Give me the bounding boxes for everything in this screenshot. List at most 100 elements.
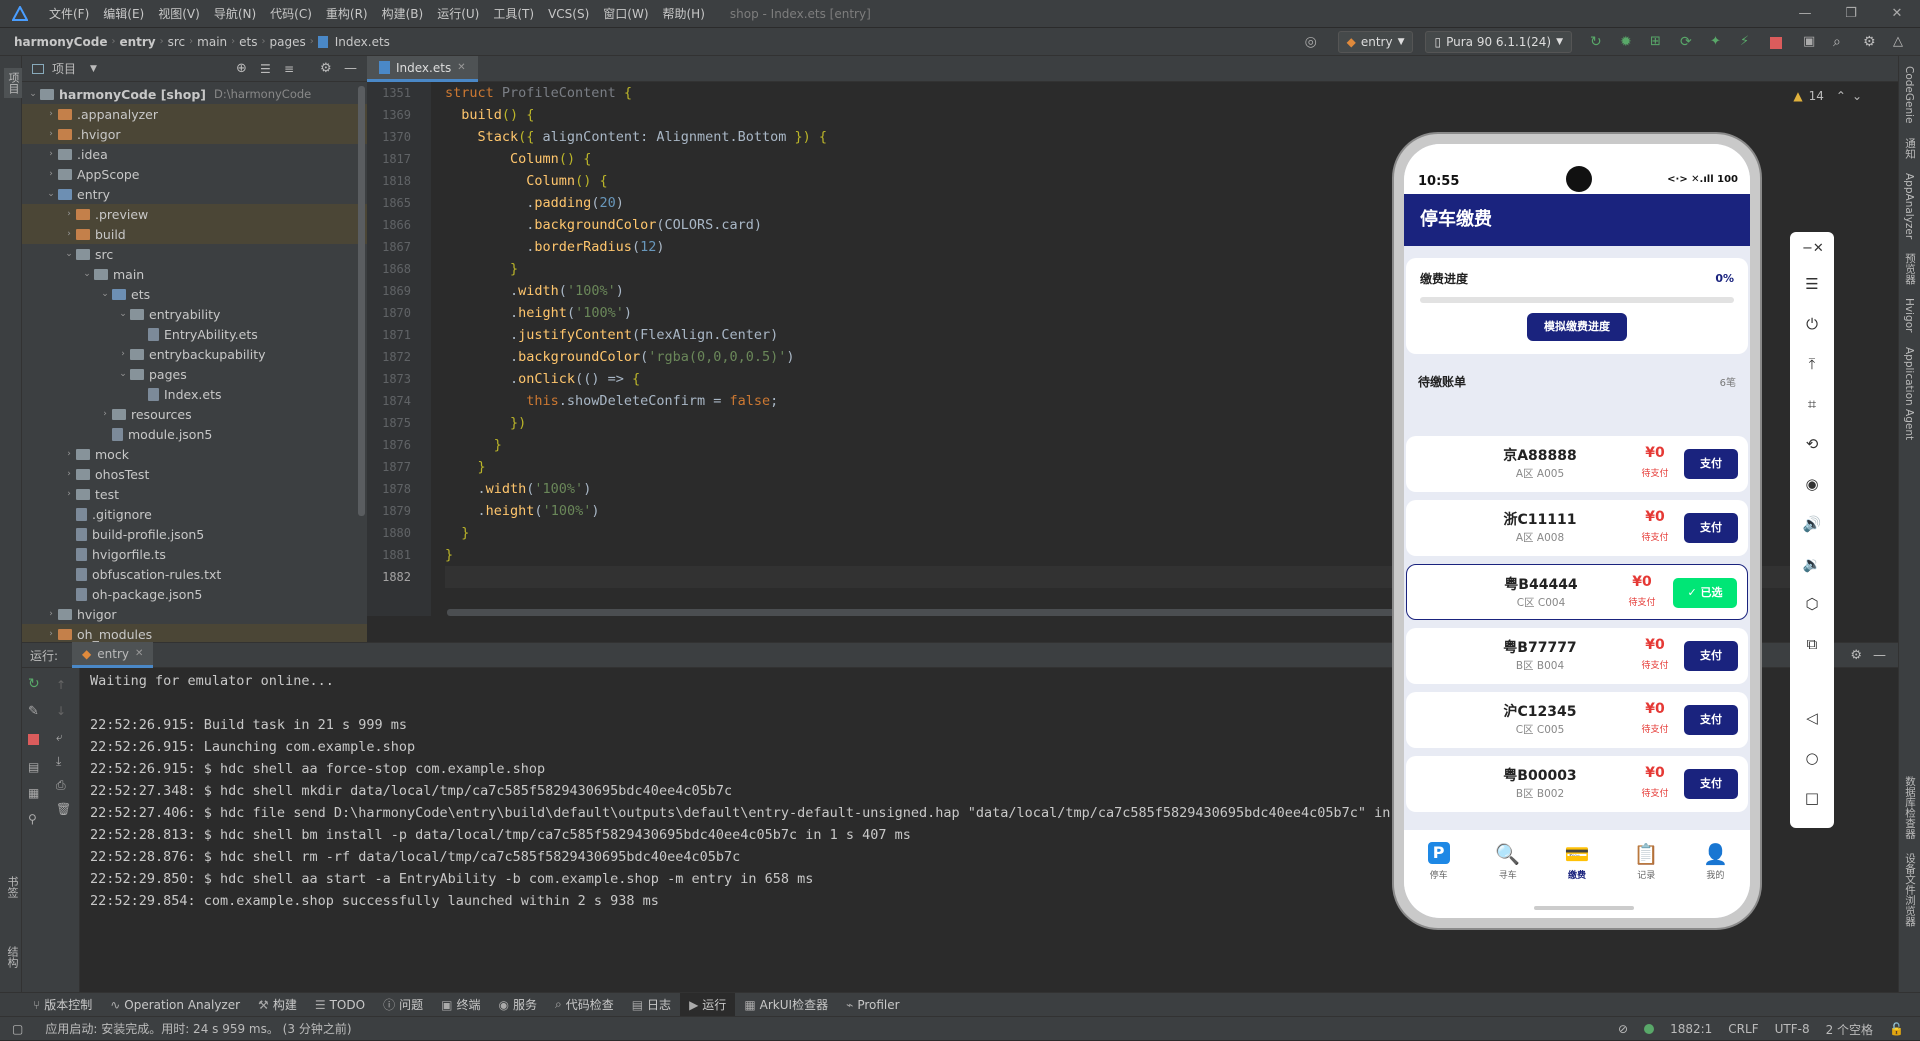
chevron-right-icon[interactable]: ›: [44, 609, 58, 619]
close-window-icon[interactable]: ✕: [1874, 0, 1920, 28]
chevron-down-icon[interactable]: ▼: [90, 64, 97, 74]
pay-button[interactable]: 支付: [1684, 705, 1738, 735]
file-encoding[interactable]: UTF-8: [1775, 1022, 1810, 1036]
connection-status-icon[interactable]: [1644, 1024, 1655, 1034]
chevron-down-icon[interactable]: ⌄: [62, 249, 76, 259]
tool-window-button[interactable]: ▤ 日志: [623, 993, 680, 1017]
chevron-down-icon[interactable]: ⌄: [116, 309, 130, 319]
settings-icon[interactable]: ⚙: [1863, 34, 1879, 50]
tree-item[interactable]: ⌄ entryability: [22, 304, 367, 324]
locate-icon[interactable]: ⊕: [236, 61, 247, 76]
menu-item[interactable]: 编辑(E): [96, 5, 151, 22]
screenshot-icon[interactable]: ⧉: [1790, 624, 1834, 664]
minimize-icon[interactable]: −: [1802, 241, 1813, 256]
pin-icon[interactable]: ⚲: [28, 812, 37, 826]
breadcrumb-item[interactable]: Index.ets: [331, 35, 394, 49]
no-lock-icon[interactable]: ⊘: [1618, 1022, 1628, 1036]
tool-window-button[interactable]: ∿ Operation Analyzer: [101, 993, 249, 1017]
chevron-right-icon[interactable]: ›: [116, 349, 130, 359]
bill-card[interactable]: 浙C11111 A区 A008 ¥0 待支付 支付: [1406, 500, 1748, 556]
tool-window-button[interactable]: ☰ TODO: [306, 993, 374, 1017]
chevron-down-icon[interactable]: ⌄: [44, 189, 58, 199]
indent-setting[interactable]: 2 个空格: [1826, 1021, 1873, 1038]
tool-window-button[interactable]: ⓘ 问题: [374, 993, 432, 1017]
tree-item[interactable]: .gitignore: [22, 504, 367, 524]
bill-card[interactable]: 粤B77777 B区 B004 ¥0 待支付 支付: [1406, 628, 1748, 684]
tree-item[interactable]: oh-package.json5: [22, 584, 367, 604]
chevron-down-icon[interactable]: ⌄: [98, 289, 112, 299]
right-tool-button[interactable]: 预览器: [1903, 253, 1918, 285]
device-select[interactable]: ▯ Pura 90 6.1.1(24) ▼: [1425, 31, 1572, 53]
tree-item[interactable]: ⌄ harmonyCode [shop] D:\harmonyCode: [22, 84, 367, 104]
menu-item[interactable]: 文件(F): [42, 5, 96, 22]
chevron-down-icon[interactable]: ⌄: [80, 269, 94, 279]
menu-icon[interactable]: ☰: [1790, 264, 1834, 304]
restore-window-icon[interactable]: ❐: [1828, 0, 1874, 28]
tool-window-button[interactable]: ▣ 终端: [432, 993, 489, 1017]
caret-position[interactable]: 1882:1: [1670, 1022, 1712, 1036]
bookmarks-tool-button[interactable]: 书签: [4, 876, 20, 898]
tool-window-button[interactable]: ⚒ 构建: [249, 993, 306, 1017]
apply-changes-icon[interactable]: ⚡: [1740, 34, 1756, 50]
tree-item[interactable]: ⌄ src: [22, 244, 367, 264]
code-line[interactable]: struct ProfileContent {: [445, 82, 1825, 104]
tree-item[interactable]: ⌄ entry: [22, 184, 367, 204]
reload-icon[interactable]: ⟳: [1680, 34, 1696, 50]
tree-item[interactable]: › .hvigor: [22, 124, 367, 144]
close-tab-icon[interactable]: ✕: [135, 648, 143, 659]
tree-item[interactable]: build-profile.json5: [22, 524, 367, 544]
pin-top-icon[interactable]: ⤒: [1790, 344, 1834, 384]
gear-icon[interactable]: ⚙: [320, 61, 332, 76]
right-tool-button[interactable]: Hvigor: [1903, 298, 1915, 332]
menu-item[interactable]: 帮助(H): [656, 5, 712, 22]
tool-window-button[interactable]: ⌁ Profiler: [837, 993, 908, 1017]
collapse-all-icon[interactable]: ≡: [284, 62, 294, 76]
close-tab-icon[interactable]: ✕: [457, 62, 465, 73]
pay-button[interactable]: 支付: [1684, 641, 1738, 671]
breadcrumb-item[interactable]: harmonyCode: [10, 35, 111, 49]
tree-item[interactable]: › .idea: [22, 144, 367, 164]
back-icon[interactable]: ◁: [1790, 698, 1834, 738]
soft-wrap-icon[interactable]: ⤶: [56, 730, 63, 745]
bill-card[interactable]: 粤B44444 C区 C004 ¥0 待支付 ✓ 已选: [1406, 564, 1748, 620]
tree-item[interactable]: ⌄ ets: [22, 284, 367, 304]
chevron-down-icon[interactable]: ⌄: [1852, 89, 1862, 103]
bill-card[interactable]: 京A88888 A区 A005 ¥0 待支付 支付: [1406, 436, 1748, 492]
menu-item[interactable]: 窗口(W): [596, 5, 655, 22]
tree-item[interactable]: › test: [22, 484, 367, 504]
code-line[interactable]: build() {: [445, 104, 1825, 126]
chevron-right-icon[interactable]: ›: [62, 469, 76, 479]
pay-button[interactable]: 支付: [1684, 769, 1738, 799]
readonly-lock-icon[interactable]: 🔓: [1889, 1022, 1904, 1036]
shake-icon[interactable]: ⬡: [1790, 584, 1834, 624]
volume-down-icon[interactable]: 🔉: [1790, 544, 1834, 584]
chevron-right-icon[interactable]: ›: [98, 409, 112, 419]
home-icon[interactable]: ○: [1790, 738, 1834, 778]
volume-up-icon[interactable]: 🔊: [1790, 504, 1834, 544]
chevron-up-icon[interactable]: ⌃: [1836, 89, 1846, 103]
tree-item[interactable]: › hvigor: [22, 604, 367, 624]
chevron-down-icon[interactable]: ⌄: [116, 369, 130, 379]
tree-item[interactable]: › oh_modules: [22, 624, 367, 644]
recent-icon[interactable]: □: [1790, 778, 1834, 818]
tab-index-ets[interactable]: Index.ets ✕: [367, 56, 478, 82]
chevron-right-icon[interactable]: ›: [44, 109, 58, 119]
chevron-right-icon[interactable]: ›: [44, 149, 58, 159]
camera-icon[interactable]: ◉: [1790, 464, 1834, 504]
chevron-right-icon[interactable]: ›: [62, 209, 76, 219]
tree-item[interactable]: › AppScope: [22, 164, 367, 184]
chevron-right-icon[interactable]: ›: [44, 129, 58, 139]
tree-item[interactable]: hvigorfile.ts: [22, 544, 367, 564]
tool-window-button[interactable]: ⑂ 版本控制: [24, 993, 101, 1017]
tree-item[interactable]: Index.ets: [22, 384, 367, 404]
chevron-right-icon[interactable]: ›: [62, 229, 76, 239]
tool-window-button[interactable]: ⌕ 代码检查: [546, 993, 623, 1017]
chevron-right-icon[interactable]: ›: [62, 449, 76, 459]
tool-window-button[interactable]: ▶ 运行: [680, 992, 736, 1017]
stop-icon[interactable]: [1770, 37, 1782, 49]
search-icon[interactable]: ⌕: [1833, 34, 1849, 50]
right-tool-button[interactable]: Application Agent: [1903, 347, 1915, 440]
chevron-right-icon[interactable]: ›: [44, 629, 58, 639]
nav-item[interactable]: 🔍 寻车: [1473, 842, 1542, 918]
chevron-down-icon[interactable]: ⌄: [26, 89, 40, 99]
